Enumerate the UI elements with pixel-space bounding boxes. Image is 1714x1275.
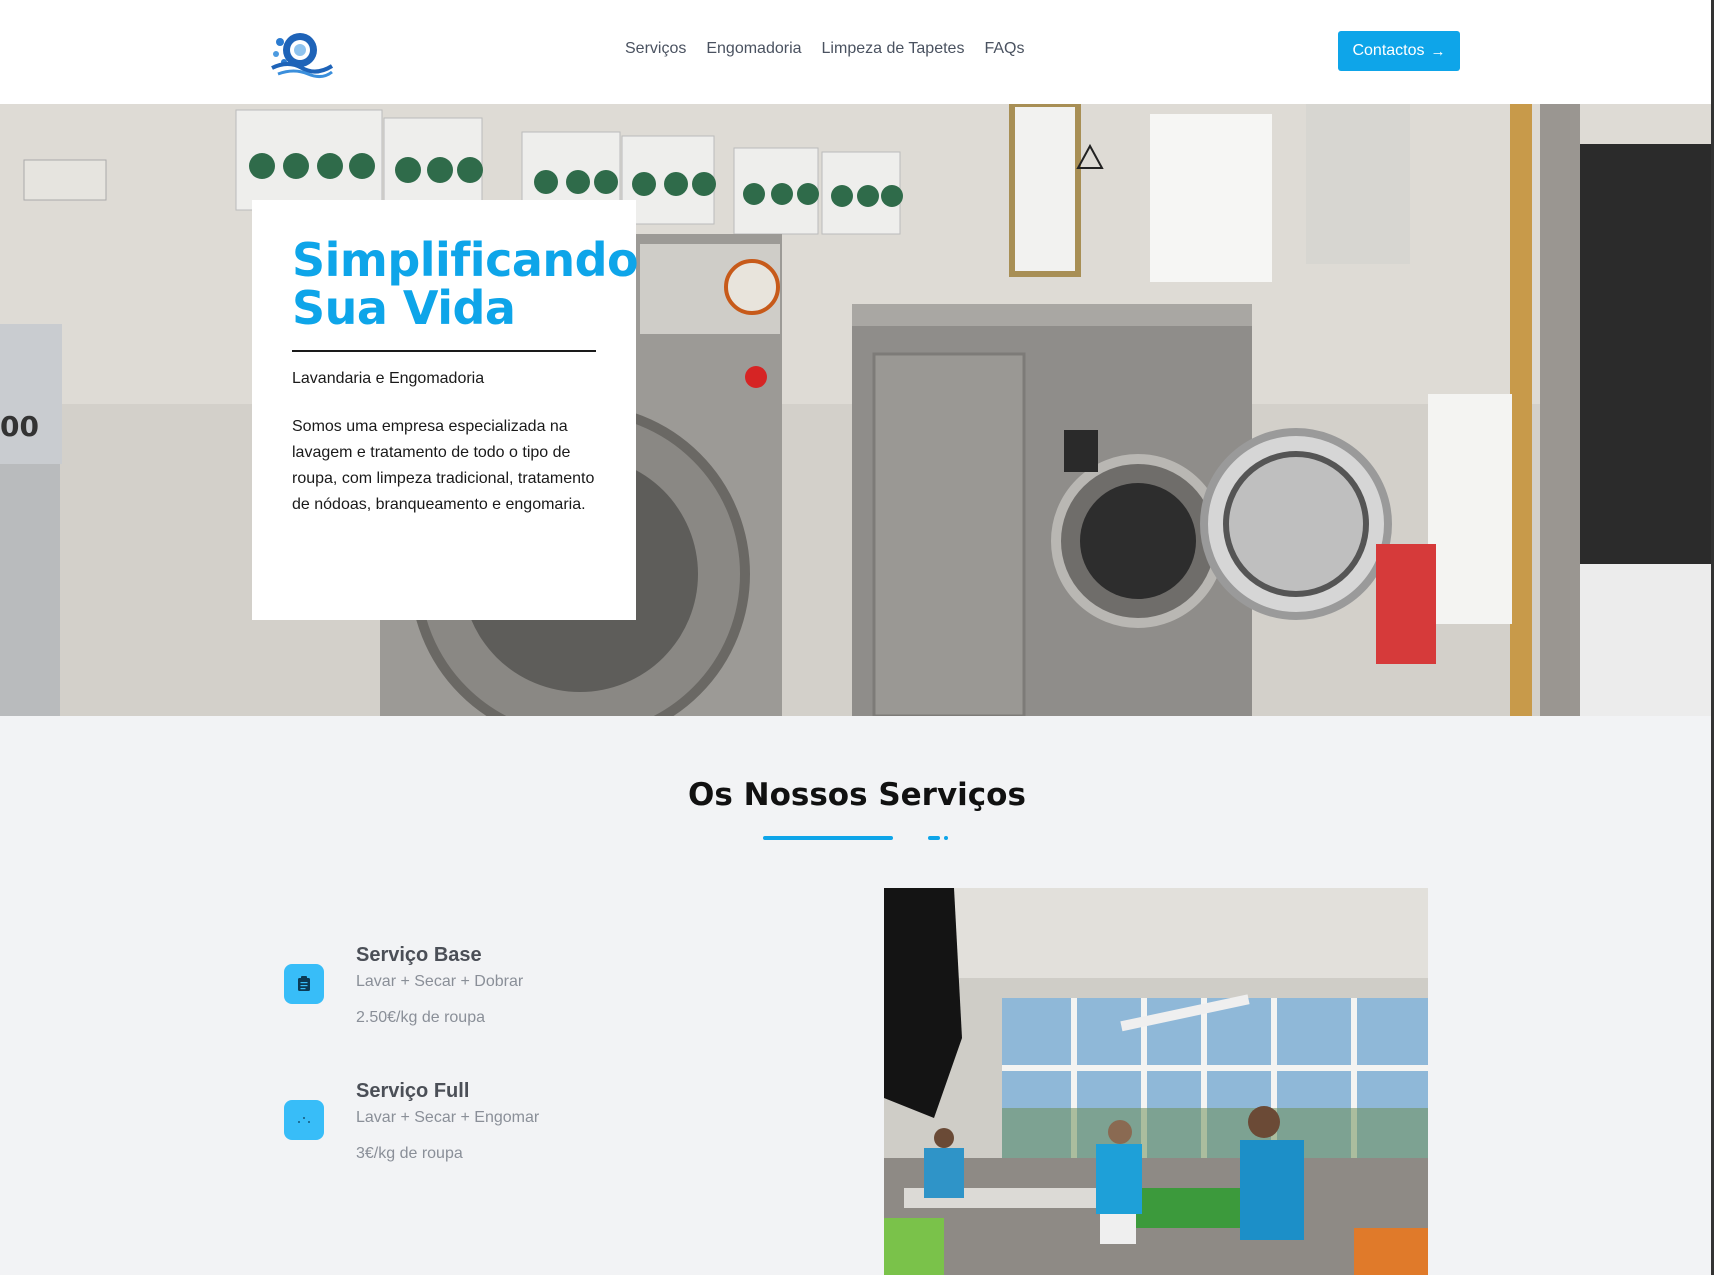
hero-card: Simplificando Sua Vida Lavandaria e Engo… <box>252 200 639 620</box>
nav-engomadoria[interactable]: Engomadoria <box>706 40 801 58</box>
iron-icon <box>284 1100 324 1140</box>
laundry-logo[interactable] <box>270 28 334 80</box>
nav-limpeza-tapetes[interactable]: Limpeza de Tapetes <box>822 40 965 58</box>
hero-description: Somos uma empresa especializada na lavag… <box>292 418 595 513</box>
service-price: 2.50€/kg de roupa <box>356 1009 485 1026</box>
service-desc: Lavar + Secar + Dobrar <box>356 973 524 990</box>
nav-faqs[interactable]: FAQs <box>984 40 1024 58</box>
ironing-room-photo <box>884 888 1428 1275</box>
contact-button[interactable]: Contactos → <box>1338 31 1460 71</box>
services-heading: Os Nossos Serviços <box>688 777 1026 813</box>
hero-title-line1: Simplificando <box>292 233 639 287</box>
service-desc: Lavar + Secar + Engomar <box>356 1109 540 1126</box>
service-price: 3€/kg de roupa <box>356 1145 463 1162</box>
hero-title-line2: Sua Vida <box>292 281 516 335</box>
hero-section: 00 Simplificando Sua Vida Lavandaria e E… <box>0 104 1711 716</box>
service-name: Serviço Base <box>356 944 482 966</box>
nav-servicos[interactable]: Serviços <box>625 40 686 58</box>
contact-button-label: Contactos <box>1352 42 1425 59</box>
main-nav: Serviços Engomadoria Limpeza de Tapetes … <box>625 40 1024 58</box>
clipboard-icon <box>284 964 324 1004</box>
hero-title: Simplificando Sua Vida <box>292 236 639 335</box>
hero-subtitle: Lavandaria e Engomadoria <box>292 370 485 387</box>
site-header: Serviços Engomadoria Limpeza de Tapetes … <box>0 0 1714 104</box>
svg-text:00: 00 <box>0 410 39 443</box>
arrow-right-icon: → <box>1430 42 1446 60</box>
service-name: Serviço Full <box>356 1080 470 1102</box>
hero-divider <box>292 350 596 352</box>
